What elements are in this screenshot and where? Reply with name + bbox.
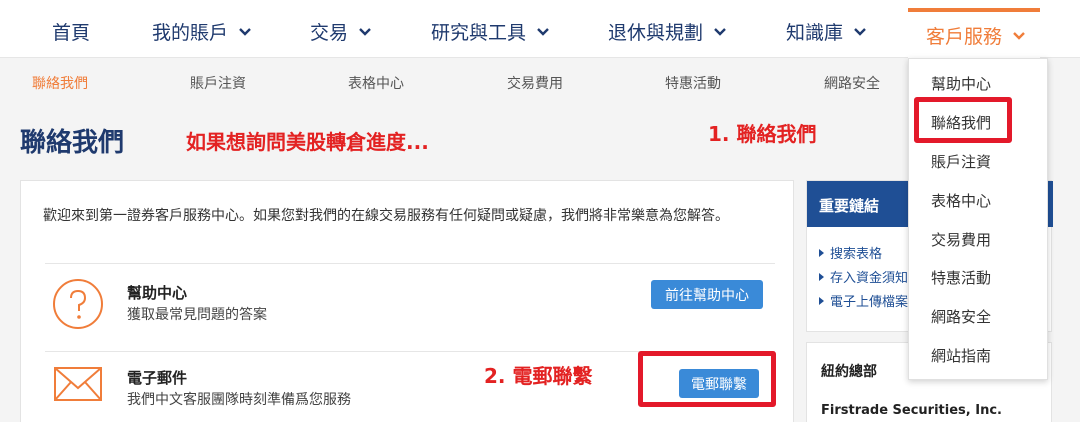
nav-trade-label: 交易: [310, 22, 349, 44]
help-center-title: 幫助中心: [127, 284, 188, 302]
nav-customer-service[interactable]: 客戶服務: [926, 22, 1026, 49]
nav-home[interactable]: 首頁: [52, 18, 90, 45]
dropdown-promotions[interactable]: 特惠活動: [931, 267, 991, 288]
email-desc: 我們中文客服團隊時刻準備爲您服務: [127, 392, 351, 408]
nav-customer-service-label: 客戶服務: [926, 26, 1003, 48]
link-deposit-info-label: 存入資金須知: [830, 271, 909, 286]
link-search-forms-label: 搜索表格: [830, 247, 883, 262]
nav-trade[interactable]: 交易: [310, 18, 372, 45]
welcome-text: 歡迎來到第一證券客戶服務中心。如果您對我們的在線交易服務有任何疑問或疑慮，我們將…: [43, 208, 729, 224]
chevron-down-icon: [358, 25, 372, 39]
highlight-box-contact-us: [914, 97, 1012, 143]
subnav-funding[interactable]: 賬戶注資: [190, 73, 246, 93]
dropdown-site-guide[interactable]: 網站指南: [931, 345, 991, 366]
annotation-question: 如果想詢問美股轉倉進度...: [186, 130, 429, 154]
subnav-contact-us[interactable]: 聯絡我們: [32, 73, 88, 93]
link-upload-files-label: 電子上傳檔案: [830, 295, 909, 310]
nav-research-tools-label: 研究與工具: [431, 22, 527, 44]
chevron-down-icon: [536, 25, 550, 39]
link-deposit-info[interactable]: 存入資金須知: [819, 267, 908, 286]
envelope-icon: [51, 357, 105, 411]
office-title: 紐約總部: [821, 364, 877, 380]
nav-retirement-label: 退休與規劃: [608, 22, 704, 44]
link-upload-files[interactable]: 電子上傳檔案: [819, 291, 908, 310]
dropdown-fees[interactable]: 交易費用: [931, 229, 991, 250]
triangle-right-icon: [819, 248, 824, 257]
highlight-box-email: [638, 351, 776, 407]
nav-my-account[interactable]: 我的賬戶: [152, 18, 252, 45]
nav-knowledge[interactable]: 知識庫: [786, 18, 867, 45]
chevron-down-icon: [238, 25, 252, 39]
subnav-fees[interactable]: 交易費用: [507, 73, 563, 93]
help-center-desc: 獲取最常見問題的答案: [127, 307, 267, 323]
divider: [45, 263, 775, 264]
annotation-step1: 1. 聯絡我們: [708, 122, 817, 146]
subnav-forms[interactable]: 表格中心: [348, 73, 404, 93]
triangle-right-icon: [819, 296, 824, 305]
question-circle-icon: [51, 277, 105, 331]
nav-my-account-label: 我的賬戶: [152, 22, 229, 44]
nav-home-label: 首頁: [52, 22, 91, 44]
dropdown-help-center[interactable]: 幫助中心: [931, 73, 991, 94]
chevron-down-icon: [853, 25, 867, 39]
triangle-right-icon: [819, 272, 824, 281]
dropdown-funding[interactable]: 賬戶注資: [931, 151, 991, 172]
link-search-forms[interactable]: 搜索表格: [819, 243, 882, 262]
nav-customer-service-active: 客戶服務: [908, 8, 1040, 58]
dropdown-security[interactable]: 網路安全: [931, 306, 991, 327]
subnav-promotions[interactable]: 特惠活動: [665, 73, 721, 93]
nav-knowledge-label: 知識庫: [786, 22, 844, 44]
email-title: 電子郵件: [127, 369, 188, 387]
nav-retirement[interactable]: 退休與規劃: [608, 18, 727, 45]
chevron-down-icon: [713, 25, 727, 39]
chevron-down-icon: [1012, 29, 1026, 43]
nav-research-tools[interactable]: 研究與工具: [431, 18, 550, 45]
go-help-center-button[interactable]: 前往幫助中心: [651, 280, 763, 309]
dropdown-forms[interactable]: 表格中心: [931, 190, 991, 211]
subnav-security[interactable]: 網路安全: [824, 73, 880, 93]
annotation-step2: 2. 電郵聯繫: [484, 364, 593, 388]
office-name: Firstrade Securities, Inc.: [821, 403, 1002, 418]
page-title: 聯絡我們: [20, 128, 125, 158]
top-navigation: 首頁 我的賬戶 交易 研究與工具 退休與規劃 知識庫 客戶服務: [0, 0, 1080, 58]
